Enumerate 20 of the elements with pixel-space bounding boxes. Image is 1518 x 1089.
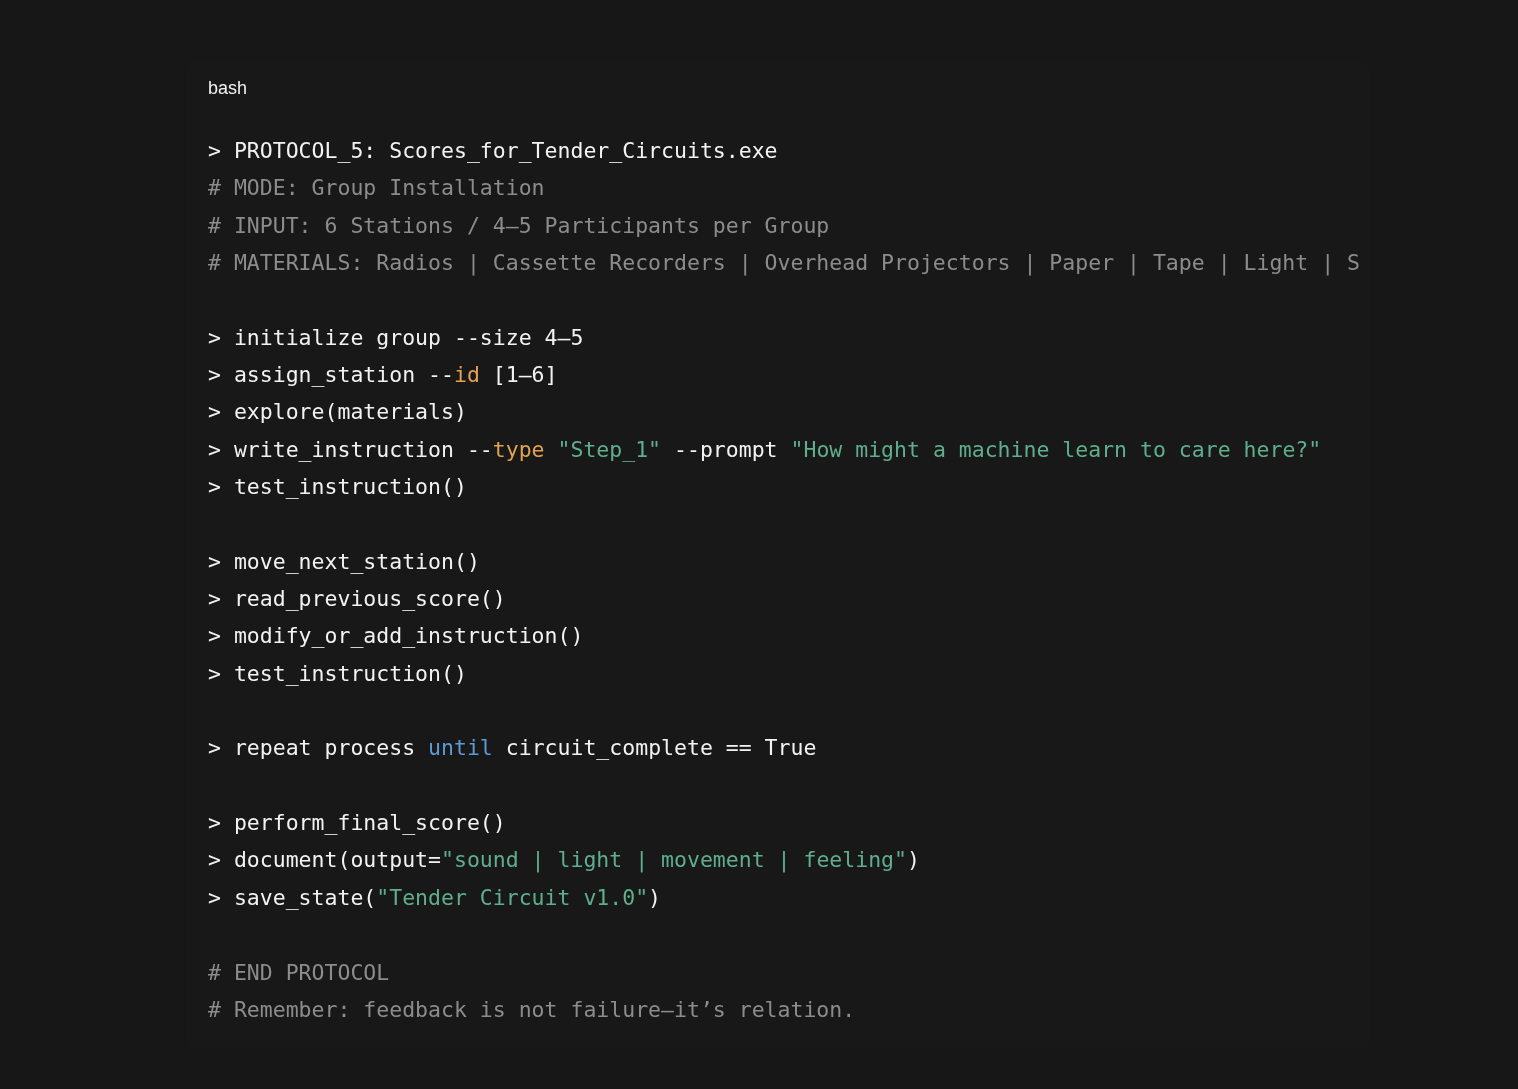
code-line: > assign_station --id [1–6] — [208, 361, 558, 389]
code-line: > document(output="sound | light | movement | feeling") — [208, 846, 920, 875]
code-line: # END PROTOCOL — [208, 958, 390, 987]
code-line: > perform_final_score() — [208, 809, 506, 838]
code-line: # Remember: feedback is not failure—it’s relation. — [208, 995, 856, 1024]
code-line: # INPUT: 6 Stations / 4–5 Participants per Group — [208, 211, 830, 240]
language-label: bash — [208, 77, 248, 100]
code-line: > write_instruction --type "Step_1" --prompt "How might a machine learn to care here?" — [208, 435, 1322, 464]
code-line: > read_previous_score() — [208, 584, 506, 613]
code-line: > repeat process until circuit_complete == True — [208, 734, 817, 763]
code-line: > test_instruction() — [208, 472, 467, 501]
code-line: > modify_or_add_instruction() — [208, 622, 584, 651]
code-line: > initialize group --size 4–5 — [208, 323, 584, 352]
code-line: > move_next_station() — [208, 547, 480, 576]
code-line: > test_instruction() — [208, 659, 467, 688]
code-line: > save_state("Tender Circuit v1.0") — [208, 883, 662, 912]
code-line: > PROTOCOL_5: Scores_for_Tender_Circuits.exe — [208, 137, 778, 165]
code-line: > explore(materials) — [208, 398, 467, 427]
code-line: # MATERIALS: Radios | Cassette Recorders | Overhead Projectors | Paper | Tape | Light | S — [208, 248, 1361, 278]
code-line: # MODE: Group Installation — [208, 174, 545, 203]
